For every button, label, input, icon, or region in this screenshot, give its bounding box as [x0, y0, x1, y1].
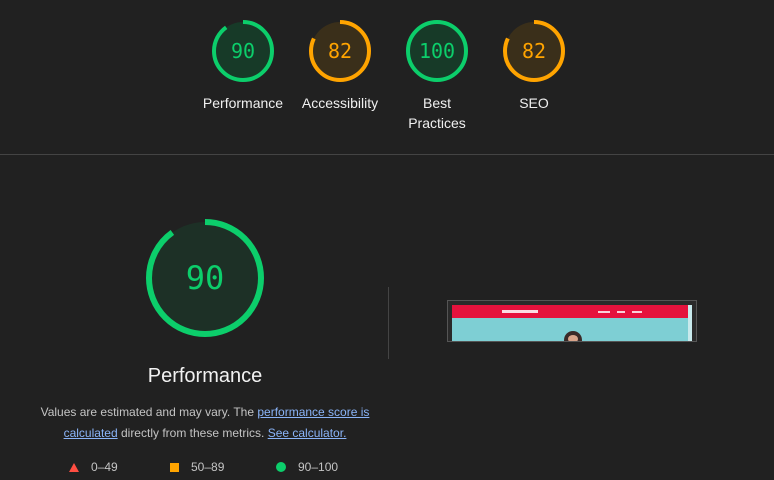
legend-average: 50–89	[170, 460, 224, 474]
triangle-icon	[69, 462, 79, 472]
screenshot-nav-item	[632, 311, 642, 313]
circle-icon	[276, 462, 286, 472]
gauge-accessibility-label: Accessibility	[301, 95, 379, 111]
performance-title: Performance	[147, 365, 263, 387]
lighthouse-report: 90 Performance 82 Accessibility 100 Best…	[0, 0, 774, 480]
legend-average-label: 50–89	[191, 460, 225, 474]
performance-gauge: 90	[146, 219, 264, 337]
screenshot-nav-item	[598, 311, 610, 313]
desc-middle: directly from these metrics.	[117, 426, 268, 440]
gauge-accessibility[interactable]: 82 Accessibility	[292, 18, 388, 113]
screenshot-logo	[502, 310, 538, 313]
screenshot-image	[452, 305, 692, 341]
square-icon	[170, 462, 179, 472]
desc-prefix: Values are estimated and may vary. The	[40, 405, 258, 419]
gauge-best-practices-score: 100	[419, 39, 455, 63]
legend-pass: 90–100	[276, 460, 338, 474]
section-divider	[0, 154, 774, 155]
screenshot-edge	[688, 305, 692, 341]
gauge-best-practices[interactable]: 100 Best Practices	[389, 18, 485, 133]
gauge-performance[interactable]: 90 Performance	[195, 18, 291, 113]
gauge-performance-ring: 90	[212, 20, 274, 82]
gauge-seo-score: 82	[522, 39, 546, 63]
gauge-seo-ring: 82	[503, 20, 565, 82]
gauge-performance-score: 90	[231, 39, 255, 63]
gauge-best-practices-label: Best Practices	[408, 95, 466, 131]
gauge-accessibility-ring: 82	[309, 20, 371, 82]
see-calculator-link[interactable]: See calculator.	[268, 426, 347, 440]
gauge-accessibility-score: 82	[328, 39, 352, 63]
gauge-performance-label: Performance	[202, 95, 284, 111]
vertical-divider	[388, 287, 389, 359]
gauge-seo[interactable]: 82 SEO	[486, 18, 582, 113]
gauge-best-practices-ring: 100	[406, 20, 468, 82]
screenshot-header-bar	[452, 305, 692, 318]
legend-pass-label: 90–100	[298, 460, 339, 474]
performance-description: Values are estimated and may vary. The p…	[40, 402, 370, 444]
gauge-seo-label: SEO	[519, 95, 549, 111]
screenshot-person-face	[568, 335, 578, 341]
screenshot-nav-item	[617, 311, 625, 313]
final-screenshot-thumbnail[interactable]	[447, 300, 697, 342]
legend-fail: 0–49	[69, 460, 118, 474]
performance-gauge-score: 90	[186, 259, 225, 297]
legend-fail-label: 0–49	[91, 460, 118, 474]
